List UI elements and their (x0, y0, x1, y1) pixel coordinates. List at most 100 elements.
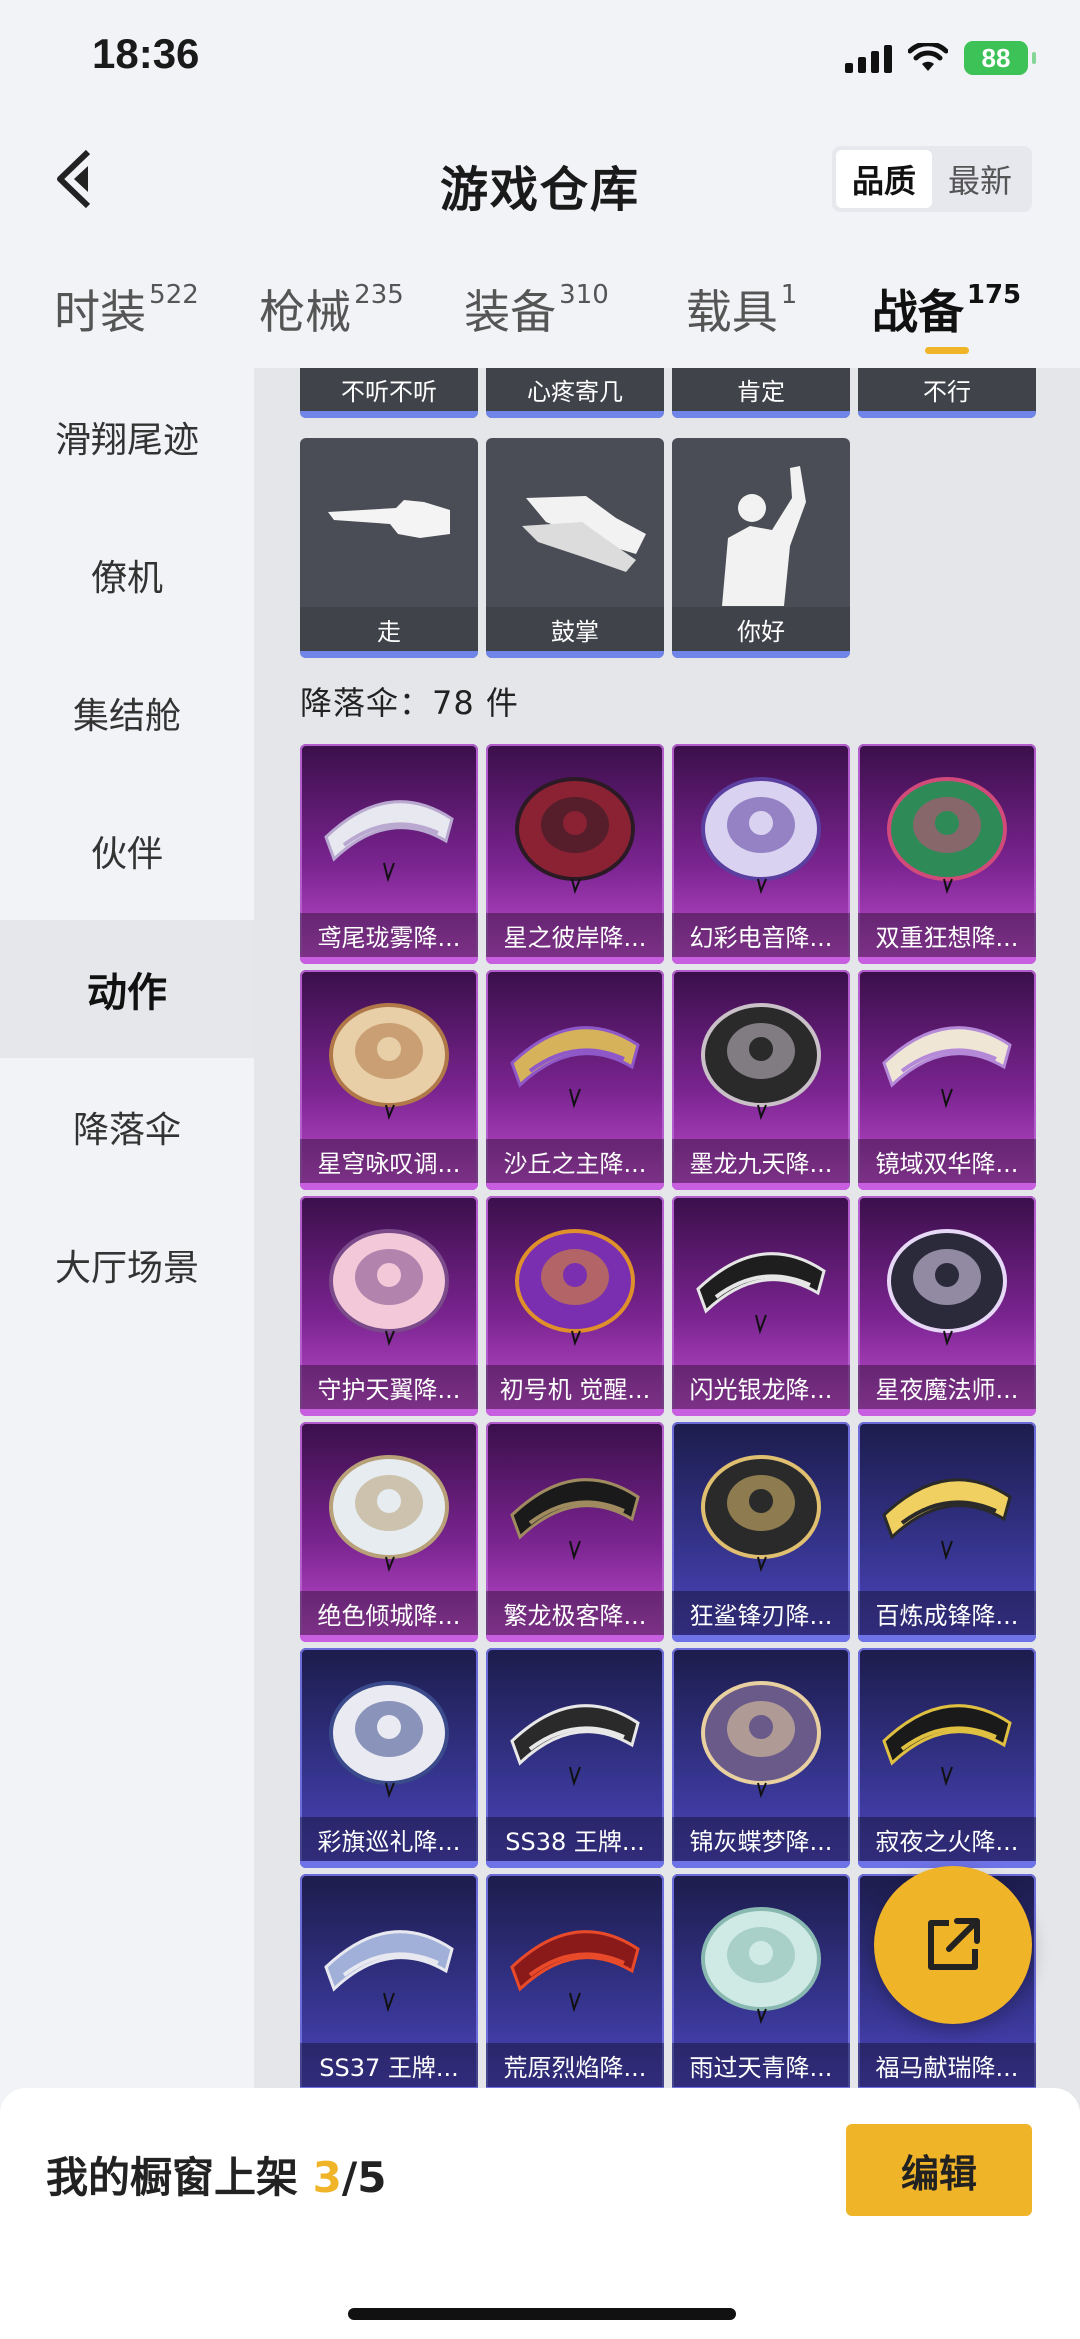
parachute-name: 繁龙极客降... (486, 1591, 664, 1635)
parachute-name: 星之彼岸降... (486, 913, 664, 957)
signal-icon (845, 43, 892, 73)
waving-person-icon (722, 466, 806, 606)
parachute-card[interactable]: 星穹咏叹调... (300, 970, 478, 1190)
header: 游戏仓库 品质 最新 (0, 120, 1080, 240)
parachute-card[interactable]: 双重狂想降... (858, 744, 1036, 964)
status-bar: 18:36 88 (0, 0, 1080, 120)
tab-battle-gear[interactable]: 战备 175 (844, 250, 1049, 368)
parachute-card[interactable]: 锦灰蝶梦降... (672, 1648, 850, 1868)
parachute-icon (882, 1478, 1012, 1561)
parachute-icon (329, 1455, 449, 1573)
parachute-card[interactable]: SS38 王牌... (486, 1648, 664, 1868)
parachute-name: 初号机 觉醒... (486, 1365, 664, 1409)
sidebar-item-emotes[interactable]: 动作 (0, 920, 254, 1058)
parachute-name: 双重狂想降... (858, 913, 1036, 957)
parachute-icon (510, 1026, 640, 1109)
parachute-card[interactable]: 绝色倾城降... (300, 1422, 478, 1642)
parachute-icon (701, 777, 821, 895)
showcase-count: 我的橱窗上架 3/5 (46, 2153, 387, 2202)
parachute-card[interactable]: 百炼成锋降... (858, 1422, 1036, 1642)
parachute-card[interactable]: 幻彩电音降... (672, 744, 850, 964)
sidebar-item-glide-trail[interactable]: 滑翔尾迹 (0, 368, 254, 506)
parachute-card[interactable]: 守护天翼降... (300, 1196, 478, 1416)
status-icons: 88 (845, 36, 1036, 80)
emote-card[interactable]: 肯定 (672, 368, 850, 418)
sort-quality-button[interactable]: 品质 (836, 150, 932, 208)
item-grid-panel: 不听不听 心疼寄几 肯定 不行 走 鼓掌 你好 降落伞：78 件 鸢尾珑雾降..… (254, 368, 1080, 2110)
parachute-icon (887, 1229, 1007, 1347)
tab-equipment[interactable]: 装备 310 (434, 250, 639, 368)
parachute-name: SS37 王牌... (300, 2043, 478, 2087)
parachute-name: 镜域双华降... (858, 1139, 1036, 1183)
sidebar-item-wingman[interactable]: 僚机 (0, 506, 254, 644)
parachute-card[interactable]: 彩旗巡礼降... (300, 1648, 478, 1868)
emote-card-hello[interactable]: 你好 (672, 438, 850, 658)
parachute-card[interactable]: 荒原烈焰降... (486, 1874, 664, 2094)
parachute-card[interactable]: 镜域双华降... (858, 970, 1036, 1190)
parachute-icon (329, 1003, 449, 1121)
share-icon (928, 1918, 980, 1970)
parachute-card[interactable]: 雨过天青降... (672, 1874, 850, 2094)
emote-card-clap[interactable]: 鼓掌 (486, 438, 664, 658)
emote-card[interactable]: 不听不听 (300, 368, 478, 418)
home-indicator (348, 2308, 736, 2320)
parachute-name: 福马献瑞降... (858, 2043, 1036, 2087)
sidebar-item-partner[interactable]: 伙伴 (0, 782, 254, 920)
share-button[interactable] (874, 1866, 1032, 2024)
battery-icon: 88 (964, 41, 1036, 75)
parachute-card[interactable]: 星之彼岸降... (486, 744, 664, 964)
parachute-card[interactable]: 狂鲨锋刃降... (672, 1422, 850, 1642)
emote-card-walk[interactable]: 走 (300, 438, 478, 658)
parachute-card[interactable]: 沙丘之主降... (486, 970, 664, 1190)
parachute-card[interactable]: 墨龙九天降... (672, 970, 850, 1190)
parachute-icon (696, 1252, 826, 1335)
tab-fashion[interactable]: 时装 522 (24, 250, 229, 368)
parachute-icon (887, 777, 1007, 895)
parachute-icon (510, 1478, 640, 1561)
parachute-card[interactable]: 闪光银龙降... (672, 1196, 850, 1416)
parachute-name: 墨龙九天降... (672, 1139, 850, 1183)
parachute-section-title: 降落伞：78 件 (300, 684, 519, 722)
parachute-icon (701, 1681, 821, 1799)
parachute-card[interactable]: 星夜魔法师... (858, 1196, 1036, 1416)
sidebar-item-lobby-scene[interactable]: 大厅场景 (0, 1196, 254, 1334)
parachute-icon (324, 800, 454, 883)
parachute-name: SS38 王牌... (486, 1817, 664, 1861)
tab-vehicles[interactable]: 载具 1 (639, 250, 844, 368)
parachute-name: 锦灰蝶梦降... (672, 1817, 850, 1861)
tab-weapons[interactable]: 枪械 235 (229, 250, 434, 368)
parachute-card[interactable]: 鸢尾珑雾降... (300, 744, 478, 964)
parachute-icon (701, 1455, 821, 1573)
parachute-card[interactable]: SS37 王牌... (300, 1874, 478, 2094)
edit-button[interactable]: 编辑 (846, 2124, 1032, 2216)
clapping-hands-icon (522, 496, 646, 572)
emote-card[interactable]: 不行 (858, 368, 1036, 418)
parachute-icon (329, 1681, 449, 1799)
parachute-name: 绝色倾城降... (300, 1591, 478, 1635)
parachute-name: 星穹咏叹调... (300, 1139, 478, 1183)
parachute-card[interactable]: 繁龙极客降... (486, 1422, 664, 1642)
parachute-name: 星夜魔法师... (858, 1365, 1036, 1409)
parachute-icon (882, 1026, 1012, 1109)
parachute-icon (510, 1704, 640, 1787)
parachute-icon (701, 1003, 821, 1121)
clock: 18:36 (92, 30, 200, 77)
parachute-name: 幻彩电音降... (672, 913, 850, 957)
sidebar-item-parachute[interactable]: 降落伞 (0, 1058, 254, 1196)
parachute-name: 彩旗巡礼降... (300, 1817, 478, 1861)
parachute-name: 闪光银龙降... (672, 1365, 850, 1409)
parachute-card[interactable]: 初号机 觉醒... (486, 1196, 664, 1416)
emote-card[interactable]: 心疼寄几 (486, 368, 664, 418)
parachute-name: 寂夜之火降... (858, 1817, 1036, 1861)
pointing-hand-icon (328, 500, 450, 538)
sidebar-item-pod[interactable]: 集结舱 (0, 644, 254, 782)
parachute-name: 沙丘之主降... (486, 1139, 664, 1183)
parachute-icon (324, 1930, 454, 2013)
parachute-name: 雨过天青降... (672, 2043, 850, 2087)
parachute-icon (515, 777, 635, 895)
parachute-card[interactable]: 寂夜之火降... (858, 1648, 1036, 1868)
sort-newest-button[interactable]: 最新 (932, 150, 1028, 208)
parachute-icon (515, 1229, 635, 1347)
parachute-icon (882, 1704, 1012, 1787)
parachute-name: 守护天翼降... (300, 1365, 478, 1409)
